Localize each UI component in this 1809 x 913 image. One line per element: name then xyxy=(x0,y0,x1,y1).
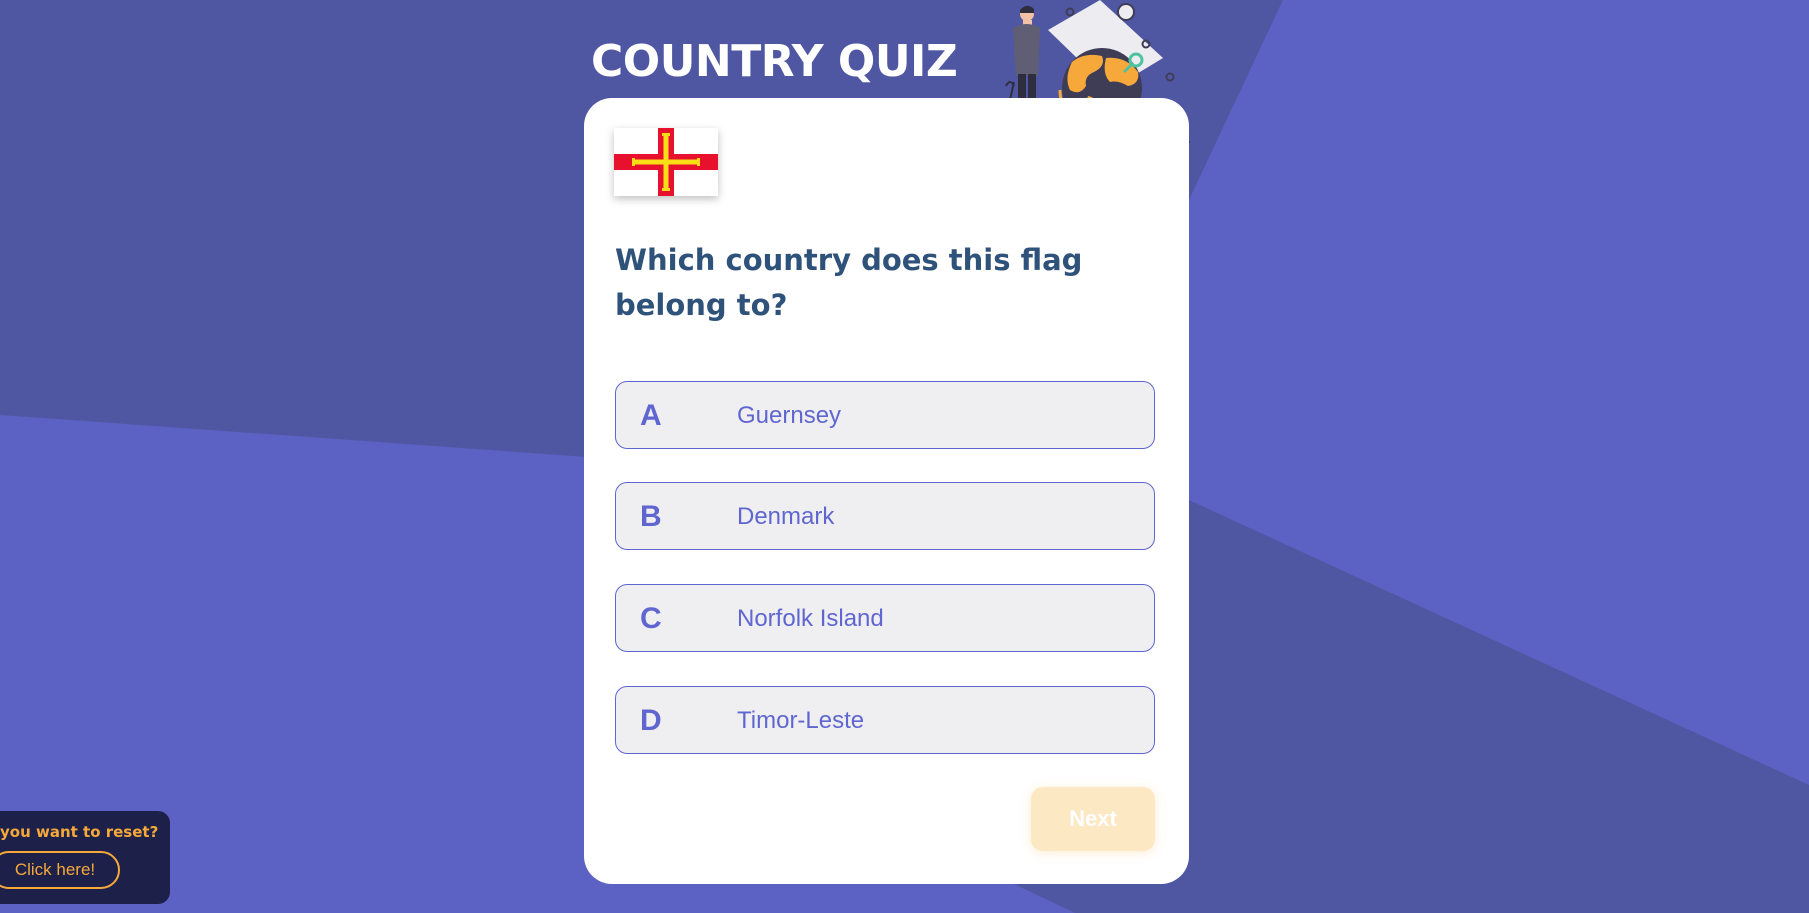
reset-button[interactable]: Click here! xyxy=(0,851,120,889)
option-letter: D xyxy=(640,704,662,737)
reset-panel: you want to reset? Click here! xyxy=(0,811,170,904)
option-text: Timor-Leste xyxy=(737,707,865,734)
next-button[interactable]: Next xyxy=(1031,787,1155,851)
option-letter: A xyxy=(640,399,662,432)
page-title: COUNTRY QUIZ xyxy=(591,36,958,87)
option-d-button[interactable]: D Timor-Leste xyxy=(615,686,1155,754)
option-a-button[interactable]: A Guernsey xyxy=(615,381,1155,449)
option-b-button[interactable]: B Denmark xyxy=(615,482,1155,550)
option-letter: C xyxy=(640,602,662,635)
option-letter: B xyxy=(640,500,662,533)
option-text: Guernsey xyxy=(737,402,842,429)
option-text: Norfolk Island xyxy=(737,605,884,632)
question-text: Which country does this flag belong to? xyxy=(615,243,1083,322)
option-c-button[interactable]: C Norfolk Island xyxy=(615,584,1155,652)
quiz-card: Which country does this flag belong to? … xyxy=(584,98,1189,884)
flag-icon xyxy=(614,128,718,196)
reset-prompt: you want to reset? xyxy=(0,823,159,841)
option-text: Denmark xyxy=(737,503,835,530)
